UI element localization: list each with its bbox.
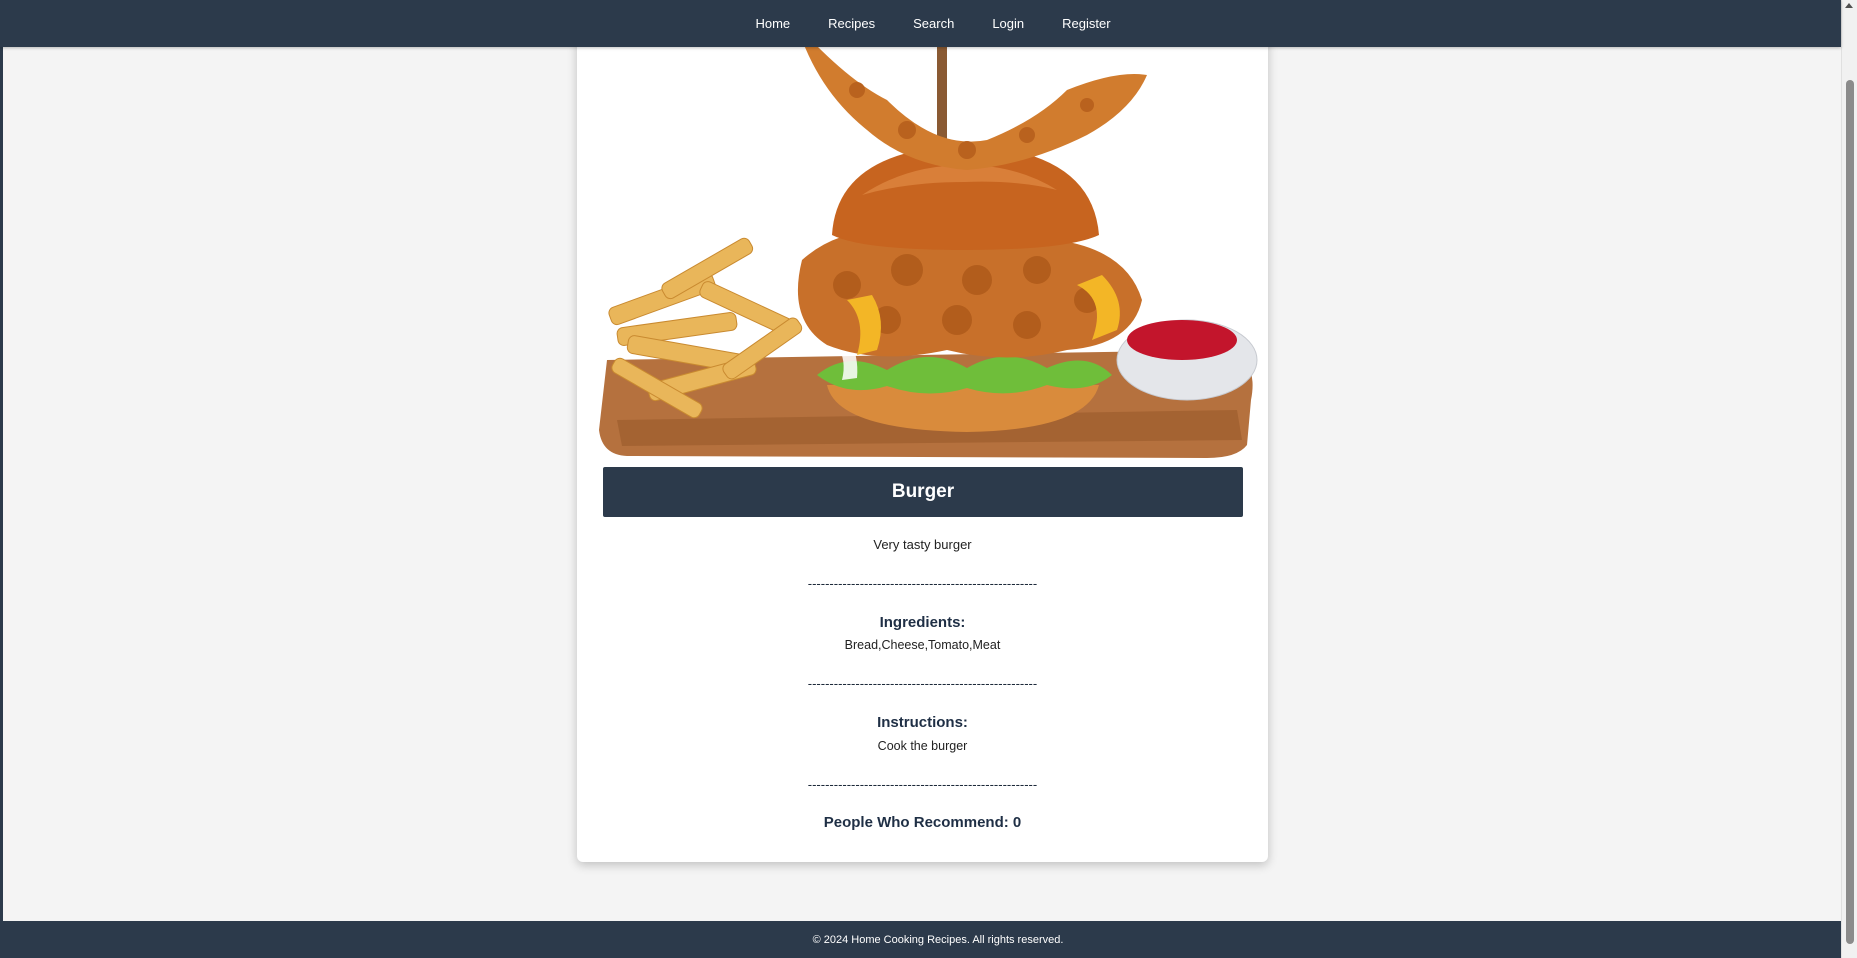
nav-home-link[interactable]: Home: [755, 16, 790, 31]
vertical-scrollbar[interactable]: [1841, 0, 1857, 958]
instructions-text: Cook the burger: [877, 739, 968, 753]
scrollbar-thumb[interactable]: [1846, 80, 1854, 944]
recommend-count: People Who Recommend: 0: [823, 814, 1022, 831]
recipe-title: Burger: [891, 481, 955, 502]
divider: ----------------------------------------…: [807, 777, 1038, 792]
divider: ----------------------------------------…: [807, 676, 1038, 691]
nav-login-link[interactable]: Login: [992, 16, 1024, 31]
nav-register-link[interactable]: Register: [1062, 16, 1110, 31]
nav-recipes-link[interactable]: Recipes: [828, 16, 875, 31]
divider: ----------------------------------------…: [807, 576, 1038, 591]
nav-search-link[interactable]: Search: [913, 16, 954, 31]
recipe-image: [587, 0, 1258, 458]
scroll-up-arrow-icon[interactable]: [1845, 3, 1853, 8]
footer-text: © 2024 Home Cooking Recipes. All rights …: [812, 933, 1064, 946]
instructions-heading: Instructions:: [877, 714, 968, 731]
ingredients-heading: Ingredients:: [879, 614, 966, 631]
recipe-title-bar: Burger: [603, 467, 1243, 517]
ingredients-text: Bread,Cheese,Tomato,Meat: [844, 638, 1001, 652]
page-footer: © 2024 Home Cooking Recipes. All rights …: [0, 921, 1841, 958]
recipe-card: Burger Very tasty burger ---------------…: [577, 0, 1268, 862]
nav-links: Home Recipes Search Login Register: [0, 0, 1841, 47]
top-navbar: Home Recipes Search Login Register: [0, 0, 1841, 47]
recipe-description: Very tasty burger: [873, 537, 972, 552]
